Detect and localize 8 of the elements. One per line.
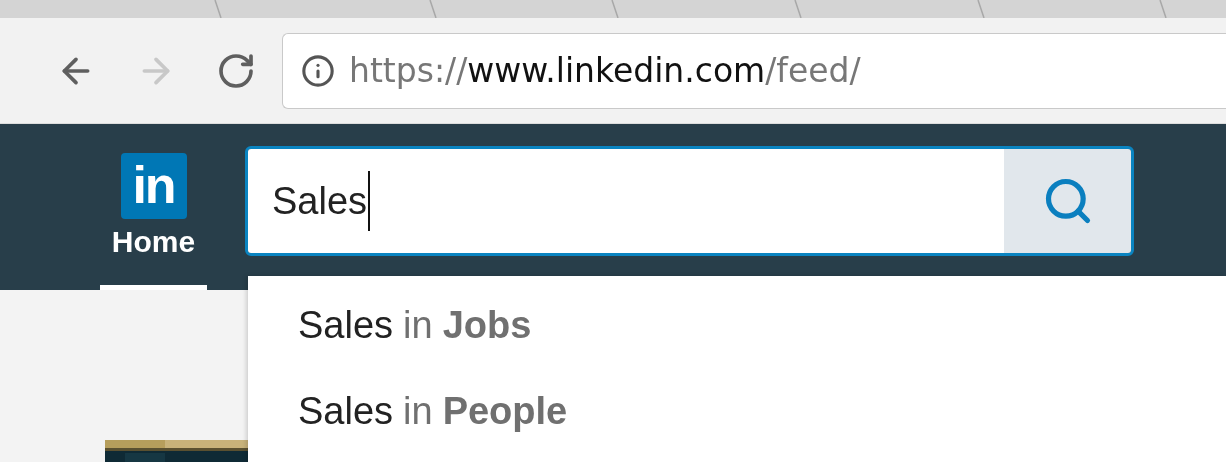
suggestion-item[interactable]: Sales in People [248,368,1226,454]
search-button[interactable] [1004,149,1131,253]
address-bar[interactable]: https://www.linkedin.com/feed/ [282,32,1226,109]
info-icon [301,53,335,88]
search-field[interactable]: Sales [248,149,1004,253]
suggestion-item[interactable]: Sales in Jobs [248,282,1226,368]
nav-label: Home [111,225,196,259]
logo: in [120,153,187,219]
